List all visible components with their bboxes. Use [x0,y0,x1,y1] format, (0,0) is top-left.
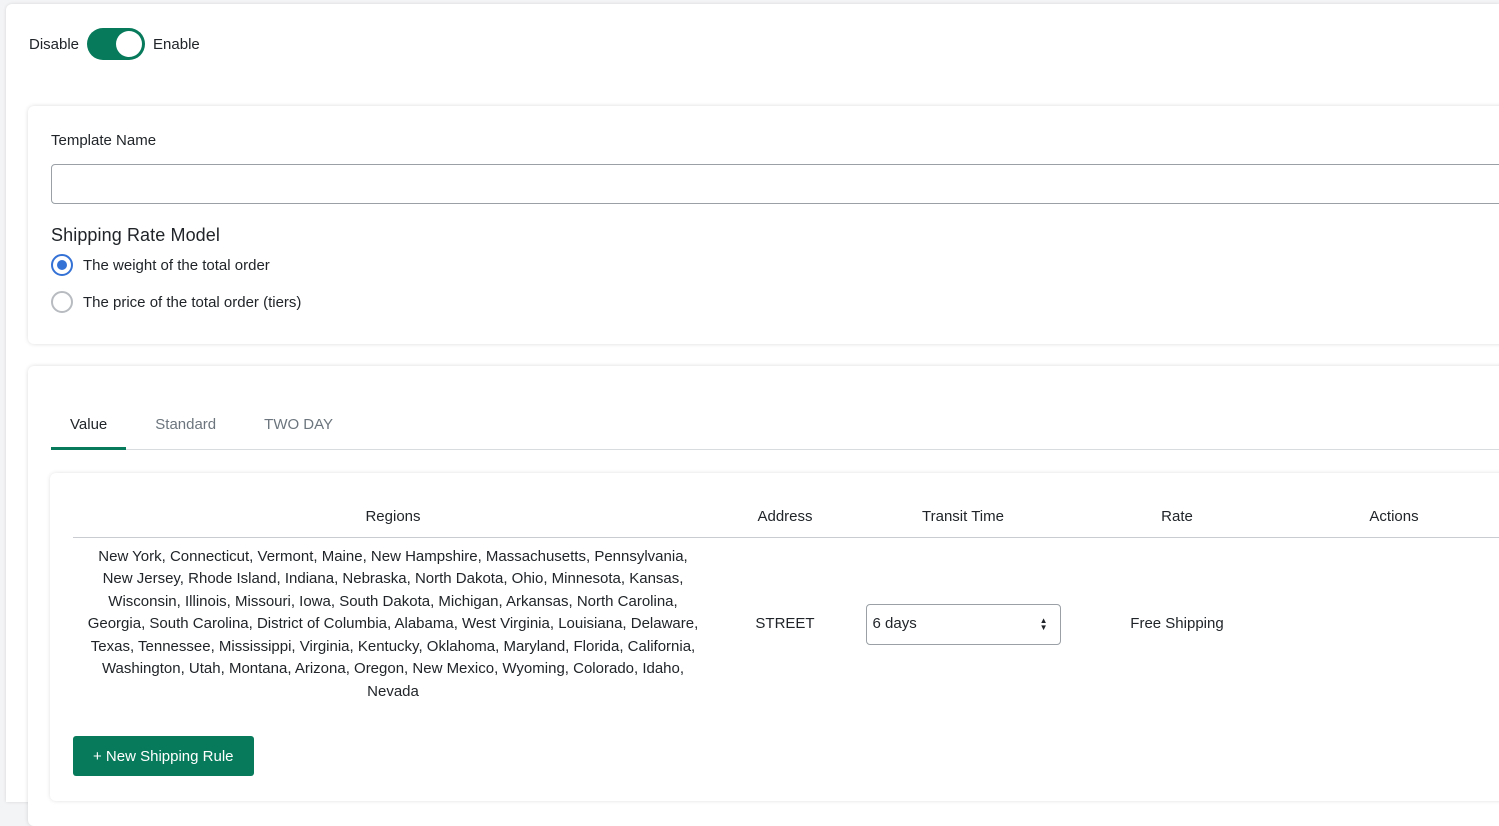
enable-toggle-switch[interactable] [87,28,146,60]
radio-button-checked[interactable] [51,254,73,276]
shipping-rate-model-title: Shipping Rate Model [51,225,221,245]
transit-time-value: 6 days [872,615,917,632]
disable-label: Disable [29,35,80,53]
table-row: New York, Connecticut, Vermont, Maine, N… [73,537,1499,711]
transit-time-cell: 6 days ▲ ▼ [857,537,1069,711]
rules-table-card: Regions Address Transit Time Rate Action… [50,473,1499,801]
col-header-regions: Regions [73,497,713,538]
col-header-address: Address [713,497,857,538]
toggle-knob [116,31,143,57]
regions-cell: New York, Connecticut, Vermont, Maine, N… [87,547,699,700]
radio-button-unchecked[interactable] [51,291,73,313]
address-cell: STREET [755,615,815,632]
col-header-actions: Actions [1285,497,1499,538]
tab-standard[interactable]: Standard [136,398,235,450]
rate-cell: Free Shipping [1130,615,1224,632]
enable-label: Enable [153,35,200,53]
select-updown-icon: ▲ ▼ [1039,616,1048,633]
shipping-rules-card: Value Standard TWO DAY Regions Address T… [28,366,1499,826]
shipping-rules-table: Regions Address Transit Time Rate Action… [73,497,1499,711]
col-header-transit-time: Transit Time [857,497,1069,538]
template-settings-card: Template Name Shipping Rate Model The we… [28,106,1499,344]
new-shipping-rule-button[interactable]: + New Shipping Rule [73,736,254,776]
service-tabs: Value Standard TWO DAY [51,398,1499,450]
status-toggle-row: Disable Enable [29,28,200,60]
actions-cell [1285,537,1499,711]
tab-value[interactable]: Value [51,398,127,450]
tab-two-day[interactable]: TWO DAY [245,398,352,450]
template-name-input[interactable] [51,164,1499,204]
col-header-rate: Rate [1069,497,1285,538]
radio-option-price[interactable]: The price of the total order (tiers) [51,291,301,313]
transit-time-select[interactable]: 6 days ▲ ▼ [865,603,1061,645]
radio-label-price: The price of the total order (tiers) [83,293,302,311]
page-container: Disable Enable Template Name Shipping Ra… [6,4,1499,826]
radio-option-weight[interactable]: The weight of the total order [51,254,270,276]
template-name-label: Template Name [51,132,157,149]
radio-label-weight: The weight of the total order [83,256,270,274]
table-header-row: Regions Address Transit Time Rate Action… [73,497,1499,538]
